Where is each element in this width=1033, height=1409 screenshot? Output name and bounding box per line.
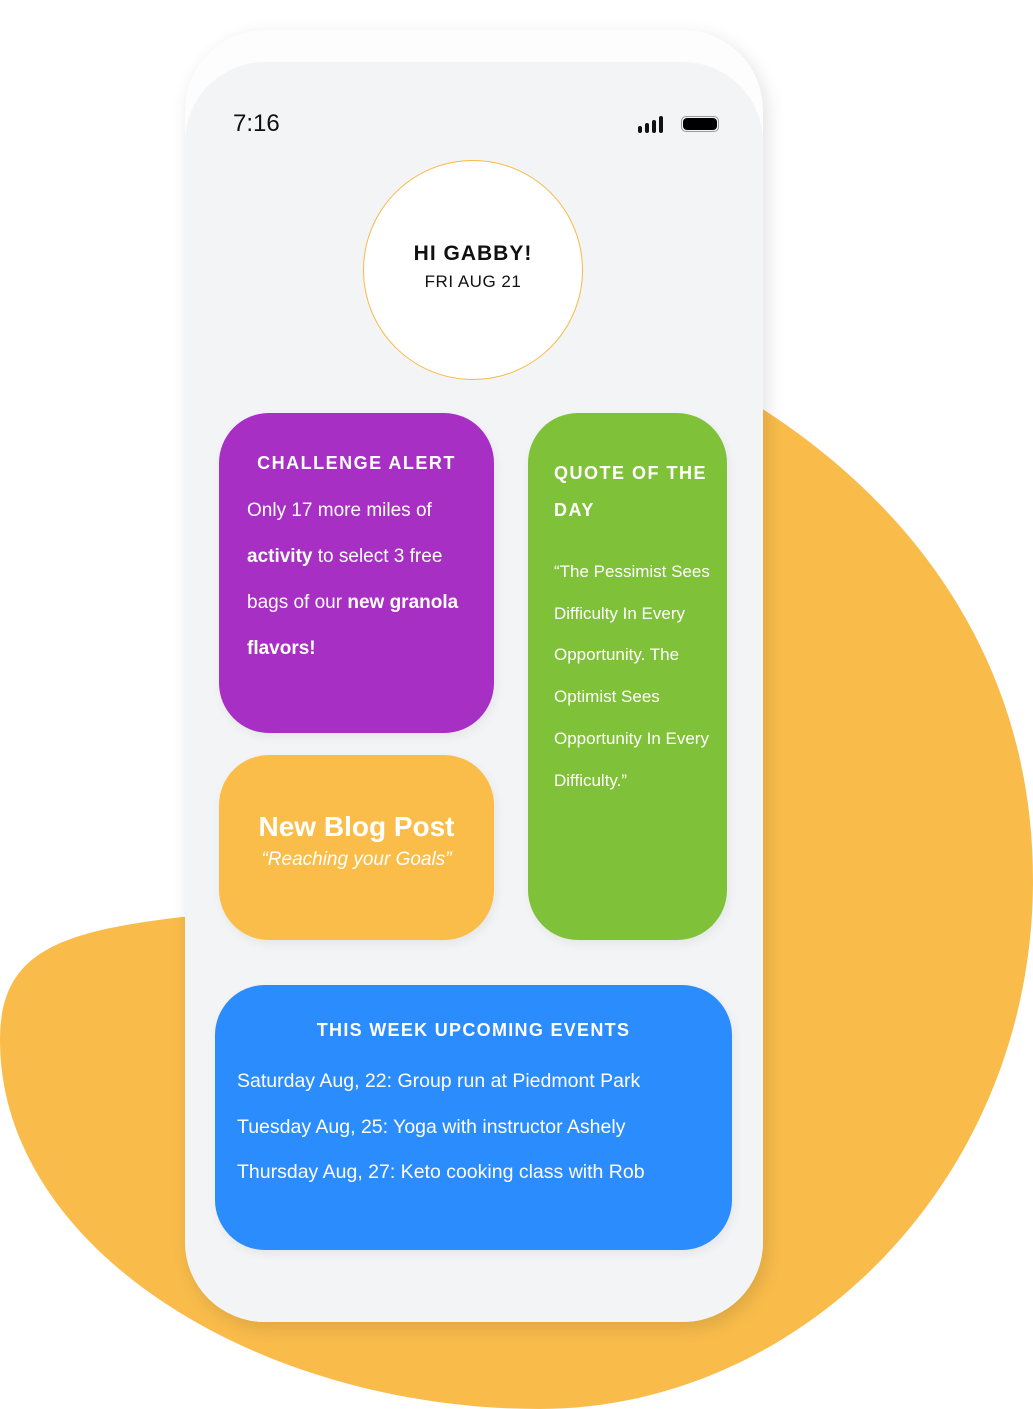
greeting-date: FRI AUG 21 — [424, 272, 522, 291]
events-title: THIS WEEK UPCOMING EVENTS — [316, 1020, 631, 1040]
challenge-body: Only 17 more miles of activity to select… — [247, 488, 474, 672]
signal-bars-icon — [638, 116, 663, 133]
status-time: 7:16 — [233, 110, 280, 137]
greeting-circle: HI GABBY! FRI AUG 21 — [363, 160, 583, 380]
blog-title: New Blog Post — [258, 811, 455, 842]
challenge-text-bold: activity — [247, 546, 313, 567]
event-item[interactable]: Saturday Aug, 22: Group run at Piedmont … — [237, 1059, 732, 1105]
blog-post-card[interactable]: New Blog Post “Reaching your Goals” — [219, 755, 494, 940]
upcoming-events-card[interactable]: THIS WEEK UPCOMING EVENTS Saturday Aug, … — [215, 985, 732, 1250]
quote-text: “The Pessimist Sees Difficulty In Every … — [554, 562, 710, 790]
quote-of-the-day-card[interactable]: QUOTE OF THE DAY “The Pessimist Sees Dif… — [528, 413, 727, 940]
event-item[interactable]: Tuesday Aug, 25: Yoga with instructor As… — [237, 1105, 732, 1151]
quote-title: QUOTE OF THE DAY — [554, 463, 707, 520]
event-item[interactable]: Thursday Aug, 27: Keto cooking class wit… — [237, 1150, 732, 1196]
battery-full-icon — [681, 116, 719, 132]
blog-subtitle: “Reaching your Goals” — [261, 849, 452, 870]
challenge-title: CHALLENGE ALERT — [257, 453, 456, 473]
greeting-title: HI GABBY! — [413, 242, 533, 265]
challenge-text: Only 17 more miles of — [247, 500, 432, 521]
challenge-alert-card[interactable]: CHALLENGE ALERT Only 17 more miles of ac… — [219, 413, 494, 733]
